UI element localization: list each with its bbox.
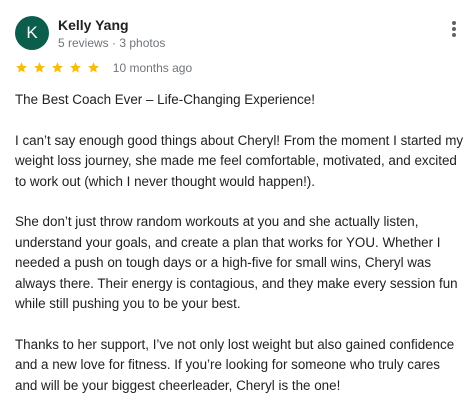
review-card: K Kelly Yang 5 reviews · 3 photos 10 mon… — [0, 0, 476, 409]
review-paragraph: I can’t say enough good things about Che… — [15, 132, 464, 189]
rating-row: 10 months ago — [15, 59, 192, 77]
review-title: The Best Coach Ever – Life-Changing Expe… — [15, 92, 315, 107]
review-date: 10 months ago — [112, 61, 193, 75]
reviewer-name[interactable]: Kelly Yang — [58, 17, 129, 33]
reviewer-meta: 5 reviews · 3 photos — [58, 36, 166, 50]
star-icon — [51, 62, 63, 73]
review-paragraph: Thanks to her support, I’ve not only los… — [15, 336, 455, 393]
reviewer-header: K Kelly Yang 5 reviews · 3 photos — [15, 16, 455, 50]
star-icon — [87, 62, 99, 73]
star-icon — [69, 62, 81, 73]
review-paragraph: She don’t just throw random workouts at … — [15, 214, 458, 312]
star-icon — [34, 62, 45, 73]
more-vert-icon[interactable] — [446, 17, 462, 41]
review-body: The Best Coach Ever – Life-Changing Expe… — [15, 90, 465, 416]
avatar[interactable]: K — [15, 16, 49, 50]
star-rating — [15, 59, 100, 77]
star-icon — [16, 62, 27, 73]
